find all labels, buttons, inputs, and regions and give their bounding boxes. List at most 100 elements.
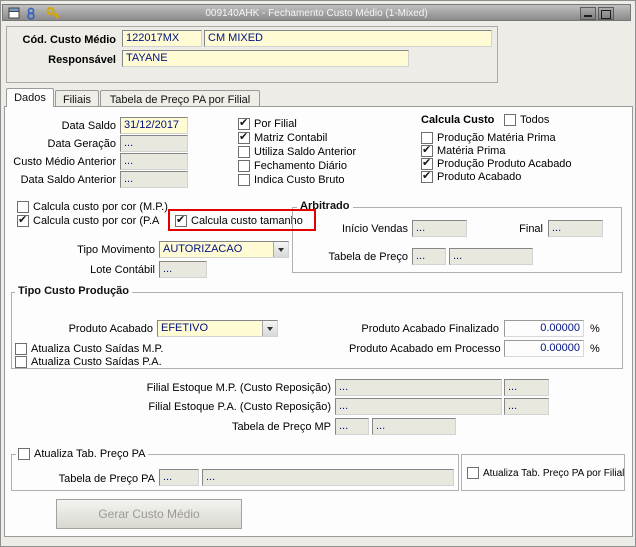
checkbox-label: Atualiza Tab. Preço PA xyxy=(34,448,146,460)
produto-acabado-select[interactable]: EFETIVO xyxy=(157,320,278,337)
minimize-button[interactable] xyxy=(580,7,596,20)
checkbox-label: Todos xyxy=(520,114,550,126)
checkbox-indica-custo-bruto[interactable]: Indica Custo Bruto xyxy=(238,173,345,187)
tipo-movimento-select[interactable]: AUTORIZACAO xyxy=(159,241,289,258)
chevron-down-icon[interactable] xyxy=(273,242,288,257)
tabela-preco-pa-code-input[interactable]: ... xyxy=(159,469,199,486)
data-geracao-input[interactable]: ... xyxy=(120,135,188,152)
window-title: 009140AHK - Fechamento Custo Médio (1-Mi… xyxy=(205,8,428,19)
tipo-movimento-label: Tipo Movimento xyxy=(77,244,155,256)
filial-estoque-pa-input[interactable]: ... xyxy=(335,398,502,415)
checkbox-atualiza-custo-saidas-mp[interactable]: Atualiza Custo Saídas M.P. xyxy=(15,342,163,356)
filial-estoque-mp-label: Filial Estoque M.P. (Custo Reposição) xyxy=(146,382,331,394)
highlight-box xyxy=(168,209,316,231)
tabela-preco-pa-desc-input[interactable]: ... xyxy=(202,469,454,486)
data-saldo-anterior-label: Data Saldo Anterior xyxy=(20,174,116,186)
tab-filiais[interactable]: Filiais xyxy=(55,90,99,106)
checkbox-producao-produto-acabado[interactable]: Produção Produto Acabado xyxy=(421,156,572,171)
checkbox-box xyxy=(421,169,433,183)
produto-acabado-finalizado-label: Produto Acabado Finalizado xyxy=(361,323,499,335)
cod-custo-medio-label: Cód. Custo Médio xyxy=(22,34,117,46)
filial-estoque-pa-label: Filial Estoque P.A. (Custo Reposição) xyxy=(148,401,331,413)
data-geracao-label: Data Geração xyxy=(47,138,116,150)
gerar-custo-medio-button[interactable]: Gerar Custo Médio xyxy=(56,499,242,529)
tabela-preco-desc-input[interactable]: ... xyxy=(449,248,533,265)
percent-sign: % xyxy=(590,343,600,355)
checkbox-label: Atualiza Custo Saídas M.P. xyxy=(31,343,164,355)
checkbox-por-filial[interactable]: Por Filial xyxy=(238,116,297,131)
inicio-vendas-input[interactable]: ... xyxy=(412,220,467,237)
checkbox-producao-materia-prima[interactable]: Produção Matéria Prima xyxy=(421,131,556,145)
checkbox-label: Calcula custo por cor (P.A xyxy=(33,215,160,227)
checkbox-calcula-custo-cor-mp[interactable]: Calcula custo por cor (M.P.) xyxy=(17,200,168,214)
checkbox-todos[interactable]: Todos xyxy=(504,113,549,127)
responsavel-label: Responsável xyxy=(48,54,116,66)
checkbox-box xyxy=(238,116,250,130)
percent-sign: % xyxy=(590,323,600,335)
data-saldo-anterior-input[interactable]: ... xyxy=(120,171,188,188)
custo-medio-anterior-input[interactable]: ... xyxy=(120,153,188,170)
checkbox-box xyxy=(238,174,250,186)
responsavel-input[interactable]: TAYANE xyxy=(122,50,409,67)
checkbox-matriz-contabil[interactable]: Matriz Contabil xyxy=(238,130,328,145)
checkbox-box xyxy=(238,130,250,144)
maximize-button[interactable] xyxy=(598,7,614,20)
checkbox-box xyxy=(238,160,250,172)
checkbox-box xyxy=(467,467,479,479)
filial-estoque-mp-input[interactable]: ... xyxy=(335,379,502,396)
checkbox-label: Produto Acabado xyxy=(437,171,522,183)
lote-contabil-input[interactable]: ... xyxy=(159,261,207,278)
checkbox-label: Atualiza Tab. Preço PA por Filial xyxy=(483,467,625,479)
checkbox-label: Atualiza Custo Saídas P.A. xyxy=(31,356,162,368)
cod-custo-medio-desc-input[interactable]: CM MIXED xyxy=(204,30,492,47)
filial-estoque-pa-code-input[interactable]: ... xyxy=(504,398,549,415)
tabela-preco-code-input[interactable]: ... xyxy=(412,248,446,265)
checkbox-label: Matriz Contabil xyxy=(254,132,328,144)
app-window: 009140AHK - Fechamento Custo Médio (1-Mi… xyxy=(0,0,636,547)
produto-acabado-em-processo-label: Produto Acabado em Processo xyxy=(349,343,501,355)
chevron-down-icon[interactable] xyxy=(262,321,277,336)
tabela-preco-mp-desc-input[interactable]: ... xyxy=(372,418,456,435)
checkbox-box xyxy=(15,343,27,355)
tipo-custo-producao-title: Tipo Custo Produção xyxy=(15,285,133,297)
calcula-custo-title: Calcula Custo xyxy=(421,114,495,126)
checkbox-atualiza-tab-preco-pa[interactable]: Atualiza Tab. Preço PA xyxy=(16,447,148,461)
checkbox-label: Produção Produto Acabado xyxy=(437,158,572,170)
custo-medio-anterior-label: Custo Médio Anterior xyxy=(13,156,116,168)
inicio-vendas-label: Início Vendas xyxy=(341,223,408,235)
tabela-preco-mp-code-input[interactable]: ... xyxy=(335,418,369,435)
checkbox-fechamento-diario[interactable]: Fechamento Diário xyxy=(238,159,347,173)
checkbox-calcula-custo-cor-pa[interactable]: Calcula custo por cor (P.A xyxy=(17,213,160,228)
tabela-preco-pa-label: Tabela de Preço PA xyxy=(58,473,155,485)
tabela-preco-mp-label: Tabela de Preço MP xyxy=(231,421,331,433)
checkbox-label: Calcula custo por cor (M.P.) xyxy=(33,201,168,213)
titlebar: 009140AHK - Fechamento Custo Médio (1-Mi… xyxy=(2,4,631,21)
produto-acabado-em-processo-input[interactable]: 0.00000 xyxy=(504,340,584,357)
filial-estoque-mp-code-input[interactable]: ... xyxy=(504,379,549,396)
checkbox-produto-acabado[interactable]: Produto Acabado xyxy=(421,169,522,184)
checkbox-label: Utiliza Saldo Anterior xyxy=(254,146,357,158)
checkbox-atualiza-custo-saidas-pa[interactable]: Atualiza Custo Saídas P.A. xyxy=(15,355,162,369)
checkbox-box xyxy=(15,356,27,368)
produto-acabado-label: Produto Acabado xyxy=(68,323,153,335)
checkbox-label: Fechamento Diário xyxy=(254,160,347,172)
tabela-preco-label: Tabela de Preço xyxy=(328,251,409,263)
checkbox-materia-prima[interactable]: Matéria Prima xyxy=(421,143,506,158)
checkbox-box xyxy=(17,213,29,227)
checkbox-atualiza-tab-preco-pa-por-filial[interactable]: Atualiza Tab. Preço PA por Filial xyxy=(467,466,624,480)
tab-tabela-preco-pa[interactable]: Tabela de Preço PA por Filial xyxy=(100,90,260,106)
data-saldo-label: Data Saldo xyxy=(61,120,116,132)
cod-custo-medio-input[interactable]: 122017MX xyxy=(122,30,202,47)
final-input[interactable]: ... xyxy=(548,220,603,237)
checkbox-box xyxy=(18,448,30,460)
checkbox-utiliza-saldo-anterior[interactable]: Utiliza Saldo Anterior xyxy=(238,145,356,159)
checkbox-label: Por Filial xyxy=(254,118,297,130)
tab-dados[interactable]: Dados xyxy=(6,88,54,107)
data-saldo-input[interactable]: 31/12/2017 xyxy=(120,117,188,134)
lote-contabil-label: Lote Contábil xyxy=(90,264,155,276)
checkbox-label: Matéria Prima xyxy=(437,145,506,157)
final-label: Final xyxy=(519,223,543,235)
checkbox-box xyxy=(504,114,516,126)
produto-acabado-finalizado-input[interactable]: 0.00000 xyxy=(504,320,584,337)
checkbox-label: Indica Custo Bruto xyxy=(254,174,345,186)
